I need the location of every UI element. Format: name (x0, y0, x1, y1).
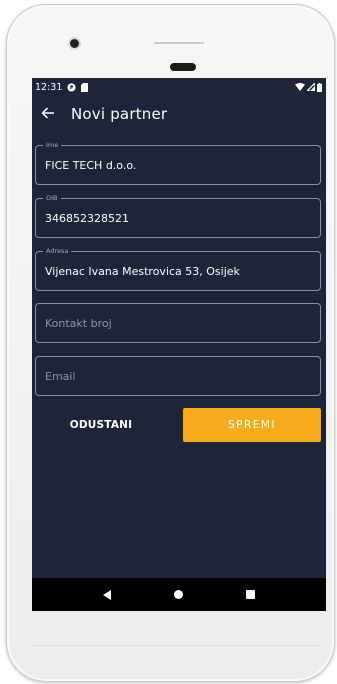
email-field[interactable] (35, 356, 321, 396)
status-right (295, 82, 322, 92)
nav-recents-icon[interactable] (245, 590, 255, 599)
notification-p-icon (67, 82, 77, 92)
oib-field[interactable]: OIB 346852328521 (35, 193, 321, 238)
front-camera (70, 39, 79, 48)
oib-label: OIB (43, 193, 61, 204)
cancel-button[interactable]: ODUSTANI (46, 408, 156, 442)
kontakt-broj-input[interactable] (36, 304, 320, 342)
app-bar: Novi partner (32, 96, 326, 132)
earpiece-speaker (170, 63, 196, 71)
sd-card-icon (81, 82, 89, 92)
ime-label: Ime (43, 140, 62, 151)
email-input[interactable] (36, 357, 320, 395)
system-nav-bar (32, 578, 326, 611)
status-time: 12:31 (35, 81, 63, 93)
arrow-back-icon[interactable] (41, 106, 63, 123)
adresa-label: Adresa (43, 246, 72, 257)
page-title: Novi partner (71, 105, 168, 123)
ime-field[interactable]: Ime FICE TECH d.o.o. (35, 140, 321, 185)
battery-icon (317, 82, 322, 92)
adresa-value[interactable]: Vijenac Ivana Mestrovica 53, Osijek (45, 265, 240, 278)
nav-back-icon[interactable] (103, 589, 112, 600)
kontakt-broj-field[interactable] (35, 303, 321, 343)
earpiece-line (154, 42, 204, 44)
signal-icon (307, 83, 315, 91)
ime-value[interactable]: FICE TECH d.o.o. (45, 159, 136, 172)
wifi-icon (295, 83, 305, 91)
oib-value[interactable]: 346852328521 (45, 212, 129, 225)
adresa-field[interactable]: Adresa Vijenac Ivana Mestrovica 53, Osij… (35, 246, 321, 291)
nav-home-icon[interactable] (173, 590, 183, 599)
app-screen: 12:31 Novi partner Ime FICE TECH d.o.o. … (32, 78, 326, 611)
status-bar: 12:31 (32, 78, 326, 96)
save-button[interactable]: SPREMI (183, 408, 321, 442)
status-left: 12:31 (35, 81, 89, 93)
chin-line (32, 645, 322, 646)
